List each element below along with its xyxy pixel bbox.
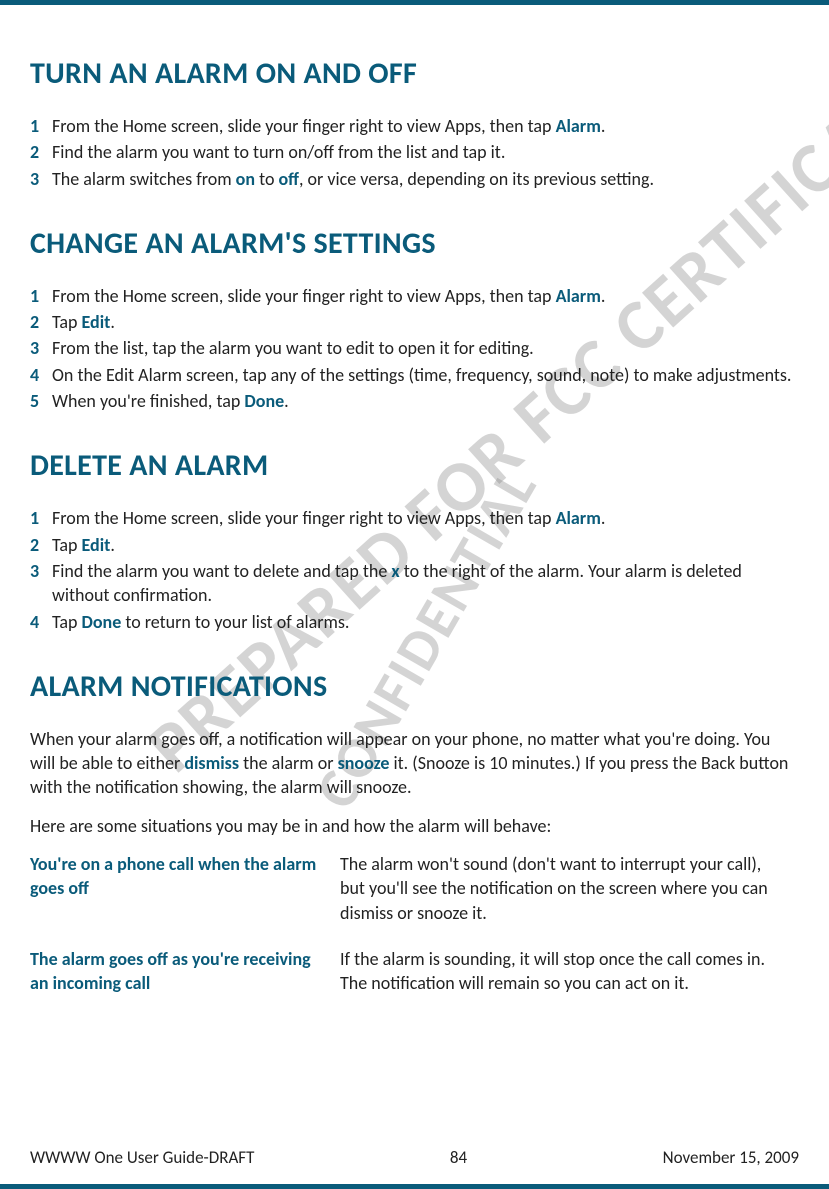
footer-left: WWWW One User Guide-DRAFT: [30, 1147, 254, 1168]
term-edit: Edit: [82, 534, 111, 556]
situation-desc: The alarm won't sound (don't want to int…: [340, 852, 799, 947]
situation-desc: If the alarm is sounding, it will stop o…: [340, 947, 799, 1018]
notifications-para2: Here are some situations you may be in a…: [30, 814, 799, 838]
page: PREPARED FOR FCC CERTIFICATION CONFIDENT…: [0, 0, 829, 1189]
footer-date: November 15, 2009: [663, 1147, 799, 1168]
step: From the Home screen, slide your finger …: [30, 506, 799, 530]
term-alarm: Alarm: [556, 115, 601, 137]
step: Tap Edit.: [30, 533, 799, 557]
footer-page-number: 84: [450, 1147, 467, 1168]
term-x: x: [391, 560, 399, 582]
steps-turn-on-off: From the Home screen, slide your finger …: [30, 114, 799, 191]
content: TURN AN ALARM ON AND OFF From the Home s…: [30, 15, 799, 1018]
situation-label: You're on a phone call when the alarm go…: [30, 852, 340, 947]
term-done: Done: [82, 611, 122, 633]
steps-change-settings: From the Home screen, slide your finger …: [30, 284, 799, 413]
term-on: on: [236, 168, 255, 190]
situation-label: The alarm goes off as you're receiving a…: [30, 947, 340, 1018]
step: When you're finished, tap Done.: [30, 389, 799, 413]
footer: WWWW One User Guide-DRAFT 84 November 15…: [30, 1147, 799, 1168]
step: The alarm switches from on to off, or vi…: [30, 167, 799, 191]
heading-delete-alarm: DELETE AN ALARM: [30, 447, 799, 484]
term-dismiss: dismiss: [184, 752, 239, 774]
term-edit: Edit: [82, 311, 111, 333]
step: Tap Edit.: [30, 310, 799, 334]
term-alarm: Alarm: [556, 507, 601, 529]
step: Tap Done to return to your list of alarm…: [30, 610, 799, 634]
table-row: The alarm goes off as you're receiving a…: [30, 947, 799, 1018]
situations-table: You're on a phone call when the alarm go…: [30, 852, 799, 1017]
term-off: off: [279, 168, 300, 190]
heading-change-settings: CHANGE AN ALARM'S SETTINGS: [30, 225, 799, 262]
step: Find the alarm you want to delete and ta…: [30, 559, 799, 608]
notifications-para1: When your alarm goes off, a notification…: [30, 727, 799, 800]
step: On the Edit Alarm screen, tap any of the…: [30, 363, 799, 387]
step: From the Home screen, slide your finger …: [30, 114, 799, 138]
term-snooze: snooze: [338, 752, 390, 774]
step: From the Home screen, slide your finger …: [30, 284, 799, 308]
steps-delete-alarm: From the Home screen, slide your finger …: [30, 506, 799, 633]
step: From the list, tap the alarm you want to…: [30, 336, 799, 360]
heading-turn-on-off: TURN AN ALARM ON AND OFF: [30, 55, 799, 92]
term-done: Done: [244, 390, 284, 412]
heading-notifications: ALARM NOTIFICATIONS: [30, 668, 799, 705]
term-alarm: Alarm: [556, 285, 601, 307]
step: Find the alarm you want to turn on/off f…: [30, 140, 799, 164]
table-row: You're on a phone call when the alarm go…: [30, 852, 799, 947]
